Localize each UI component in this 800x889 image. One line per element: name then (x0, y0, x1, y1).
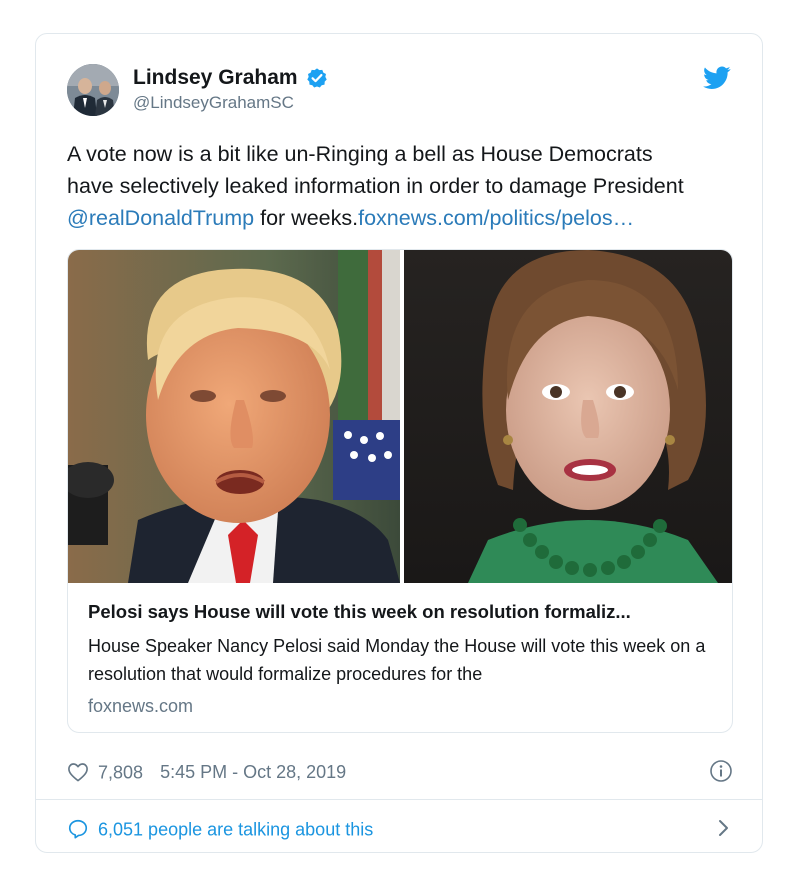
tweet-timestamp[interactable]: 5:45 PM - Oct 28, 2019 (160, 762, 346, 782)
author-block: Lindsey Graham @LindseyGrahamSC (133, 66, 328, 113)
tweet-header: Lindsey Graham @LindseyGrahamSC (67, 64, 733, 120)
heart-icon[interactable] (67, 762, 89, 782)
link-preview-description: House Speaker Nancy Pelosi said Monday t… (88, 636, 706, 684)
preview-photo (68, 250, 732, 583)
tweet-embed-card: Lindsey Graham @LindseyGrahamSC A vote n… (35, 33, 763, 853)
tweet-text: A vote now is a bit like un-Ringing a be… (67, 138, 747, 234)
tweet-meta: 7,808 5:45 PM - Oct 28, 2019 (67, 758, 733, 784)
tweet-text-line: A vote now is a bit like un-Ringing a be… (67, 142, 653, 166)
tweet-text-fragment: for weeks. (254, 206, 359, 230)
twitter-bird-icon[interactable] (703, 66, 731, 90)
link-preview-image[interactable] (68, 250, 732, 583)
avatar[interactable] (67, 64, 119, 116)
divider (36, 799, 762, 800)
likes-count[interactable]: 7,808 (98, 762, 143, 782)
chevron-right-icon[interactable] (717, 818, 731, 838)
mention-link[interactable]: @realDonaldTrump (67, 206, 254, 230)
link-preview-body: Pelosi says House will vote this week on… (88, 600, 718, 718)
author-handle[interactable]: @LindseyGrahamSC (133, 93, 328, 113)
link-preview-title[interactable]: Pelosi says House will vote this week on… (88, 600, 718, 624)
speech-bubble-icon (68, 820, 88, 839)
tweet-text-line: @realDonaldTrump for weeks.foxnews.com/p… (67, 202, 747, 234)
author-display-name[interactable]: Lindsey Graham (133, 66, 298, 90)
link-preview-card[interactable]: Pelosi says House will vote this week on… (67, 249, 733, 733)
tweet-text-line: have selectively leaked information in o… (67, 174, 684, 198)
info-icon[interactable] (709, 759, 733, 783)
link-preview-domain: foxnews.com (88, 696, 194, 716)
conversation-link[interactable]: 6,051 people are talking about this (67, 814, 733, 842)
avatar-photo (67, 64, 119, 116)
url-link[interactable]: foxnews.com/politics/pelos… (358, 206, 634, 230)
verified-badge-icon (306, 67, 328, 89)
talking-about-label[interactable]: 6,051 people are talking about this (98, 819, 373, 839)
